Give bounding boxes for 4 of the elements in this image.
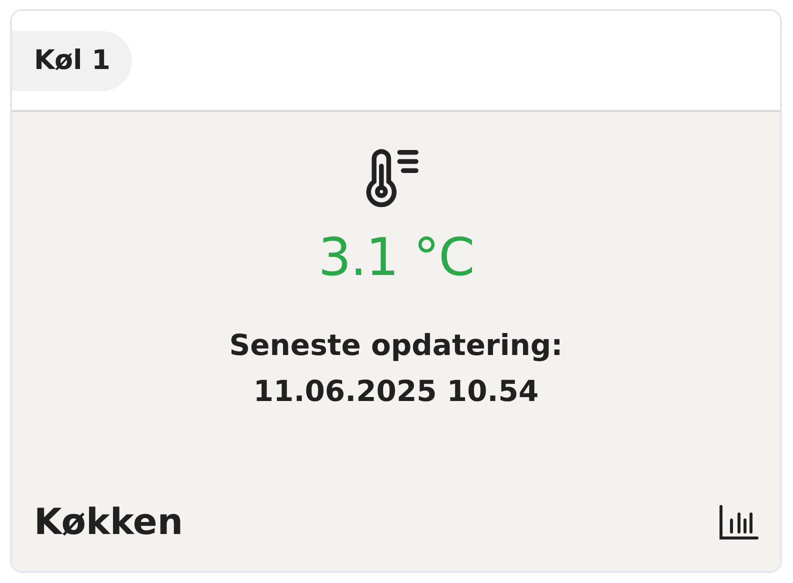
update-label: Seneste opdatering: bbox=[229, 330, 563, 362]
update-time: 11.06.2025 10.54 bbox=[253, 376, 539, 408]
location-label: Køkken bbox=[34, 505, 183, 541]
temperature-reading: 3.1 °C bbox=[318, 232, 474, 284]
